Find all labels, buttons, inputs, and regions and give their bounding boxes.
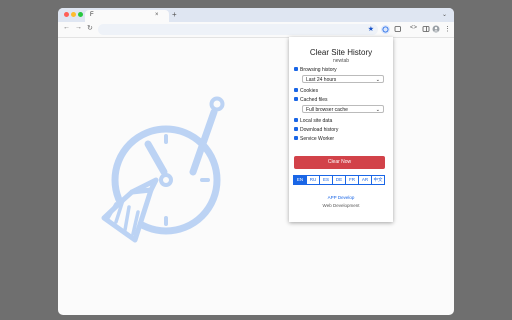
service-worker-label: Service Worker xyxy=(300,136,335,142)
maximize-window-button[interactable] xyxy=(78,12,83,17)
time-range-select[interactable]: Last 24 hours ⌄ xyxy=(302,75,384,83)
browsing-history-label: Browsing history xyxy=(300,67,337,73)
lang-button-es[interactable]: ES xyxy=(319,175,333,185)
cached-files-label: Cached files xyxy=(300,97,328,103)
reload-button[interactable]: ↻ xyxy=(87,24,93,32)
checkbox-checked-icon xyxy=(294,96,298,101)
download-history-checkbox[interactable]: Download history xyxy=(294,126,339,134)
lang-button-de[interactable]: DE xyxy=(332,175,346,185)
popup-title: Clear Site History xyxy=(309,48,373,57)
broom-clock-illustration xyxy=(101,96,225,243)
devtools-icon[interactable]: <> xyxy=(410,25,417,31)
browser-window: F × + ⌄ ← → ↻ ★ <> ⋮ Clear Site History … xyxy=(58,8,454,315)
checkbox-checked-icon xyxy=(294,126,298,131)
minimize-window-button[interactable] xyxy=(71,12,76,17)
local-site-data-label: Local site data xyxy=(300,118,333,124)
checkbox-checked-icon xyxy=(294,117,298,122)
cookies-checkbox[interactable]: Cookies xyxy=(294,87,319,95)
tab-favicon-icon: F xyxy=(90,12,94,18)
browser-menu-icon[interactable]: ⋮ xyxy=(444,25,451,33)
web-development-text: Web Development xyxy=(322,203,360,208)
app-develop-link[interactable]: APP Develop xyxy=(289,195,393,200)
clear-site-history-popup: Clear Site History newtab Browsing histo… xyxy=(289,37,393,222)
cache-scope-select[interactable]: Full browser cache ⌄ xyxy=(302,105,384,113)
address-bar[interactable]: ★ xyxy=(98,24,378,35)
clear-now-button[interactable]: Clear Now xyxy=(294,156,385,169)
lang-button-ru[interactable]: RU xyxy=(306,175,320,185)
lang-button-ar[interactable]: AR xyxy=(358,175,372,185)
checkbox-checked-icon xyxy=(294,135,298,140)
browsing-history-checkbox[interactable]: Browsing history xyxy=(294,66,337,74)
service-worker-checkbox[interactable]: Service Worker xyxy=(294,135,335,143)
profile-avatar-icon[interactable] xyxy=(432,25,440,35)
cached-files-checkbox[interactable]: Cached files xyxy=(294,96,328,104)
tab-close-icon[interactable]: × xyxy=(155,12,159,18)
lang-button-zh[interactable]: 中文 xyxy=(371,175,385,185)
back-button[interactable]: ← xyxy=(63,24,70,31)
browser-tab[interactable]: F × xyxy=(85,10,169,22)
time-range-value: Last 24 hours xyxy=(306,77,337,83)
language-switcher: EN RU ES DE FR AR 中文 xyxy=(293,175,385,185)
side-panel-icon[interactable] xyxy=(422,25,430,35)
popup-subtitle: newtab xyxy=(332,58,350,64)
cookies-label: Cookies xyxy=(300,88,319,94)
checkbox-checked-icon xyxy=(294,87,298,92)
chevron-down-icon: ⌄ xyxy=(375,107,380,113)
close-window-button[interactable] xyxy=(64,12,69,17)
tab-strip: F × + ⌄ xyxy=(58,8,454,22)
bookmark-star-icon[interactable]: ★ xyxy=(368,25,374,33)
forward-button[interactable]: → xyxy=(75,24,82,31)
tab-list-chevron-icon[interactable]: ⌄ xyxy=(442,11,447,18)
lang-button-fr[interactable]: FR xyxy=(345,175,359,185)
checkbox-checked-icon xyxy=(294,66,298,71)
chevron-down-icon: ⌄ xyxy=(375,77,380,83)
local-site-data-checkbox[interactable]: Local site data xyxy=(294,117,333,125)
extension-clear-history-icon[interactable] xyxy=(381,25,390,34)
lang-button-en[interactable]: EN xyxy=(293,175,307,185)
extensions-puzzle-icon[interactable] xyxy=(394,25,402,35)
download-history-label: Download history xyxy=(300,127,339,133)
new-tab-button[interactable]: + xyxy=(172,10,177,19)
cache-scope-value: Full browser cache xyxy=(306,107,348,113)
browser-toolbar: ← → ↻ ★ <> ⋮ xyxy=(58,22,454,38)
